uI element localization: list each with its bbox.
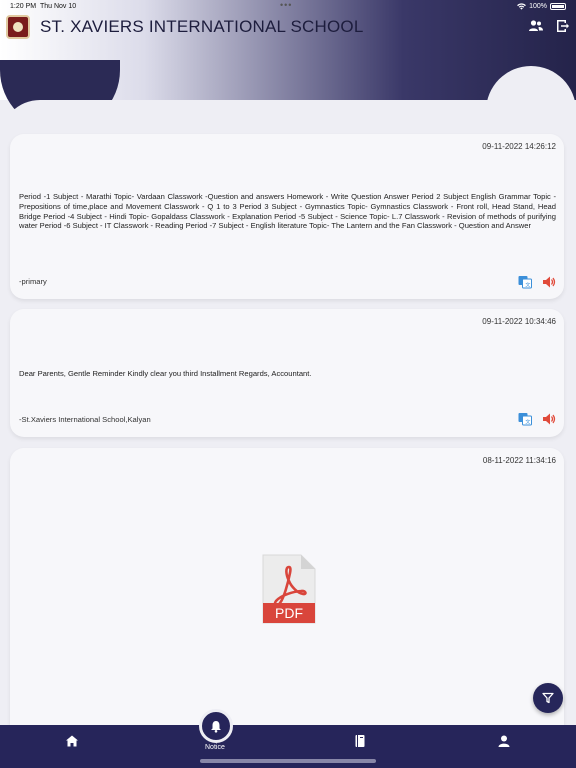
notice-actions: G 文: [518, 412, 556, 426]
status-bar: 1:20 PM Thu Nov 10 ••• 100%: [0, 0, 576, 14]
notice-card[interactable]: 08-11-2022 11:34:16 PDF: [10, 448, 564, 748]
notice-card[interactable]: 09-11-2022 10:34:46 Dear Parents, Gentle…: [10, 309, 564, 437]
battery-icon: [550, 3, 566, 10]
speaker-icon[interactable]: [542, 412, 556, 426]
notice-body: Dear Parents, Gentle Reminder Kindly cle…: [19, 369, 312, 378]
notice-date: 09-11-2022 10:34:46: [482, 317, 556, 326]
status-right: 100%: [517, 3, 566, 10]
page-title: ST. XAVIERS INTERNATIONAL SCHOOL: [40, 17, 364, 36]
status-time: 1:20 PM Thu Nov 10: [10, 3, 77, 10]
speaker-icon[interactable]: [542, 275, 556, 289]
school-logo: [6, 15, 30, 39]
home-indicator[interactable]: [200, 759, 376, 763]
pdf-attachment-icon[interactable]: PDF: [261, 553, 317, 625]
translate-icon[interactable]: G 文: [518, 275, 532, 289]
battery-percent: 100%: [529, 3, 547, 10]
home-icon[interactable]: [65, 734, 79, 748]
translate-icon[interactable]: G 文: [518, 412, 532, 426]
svg-text:文: 文: [525, 282, 530, 289]
filter-icon: [542, 692, 554, 704]
multitask-dots[interactable]: •••: [280, 0, 292, 10]
notice-sender: -St.Xaviers International School,Kalyan: [19, 415, 151, 424]
book-icon[interactable]: [353, 734, 367, 748]
notice-body: Period -1 Subject - Marathi Topic- Varda…: [19, 192, 556, 231]
notice-date: 08-11-2022 11:34:16: [482, 456, 556, 465]
notice-sender: -primary: [19, 277, 47, 286]
notice-date: 09-11-2022 14:26:12: [482, 142, 556, 151]
filter-button[interactable]: [533, 683, 563, 713]
profile-icon[interactable]: [497, 734, 511, 748]
notice-card[interactable]: 09-11-2022 14:26:12 Period -1 Subject - …: [10, 134, 564, 299]
nav-notice-button[interactable]: [199, 709, 233, 743]
pdf-label: PDF: [275, 605, 303, 621]
wifi-icon: [517, 3, 526, 10]
users-icon[interactable]: [528, 18, 544, 34]
nav-notice-label: Notice: [205, 744, 225, 751]
notice-bell-icon: [211, 720, 221, 733]
svg-text:文: 文: [525, 419, 530, 426]
notice-actions: G 文: [518, 275, 556, 289]
logout-icon[interactable]: [554, 18, 570, 34]
